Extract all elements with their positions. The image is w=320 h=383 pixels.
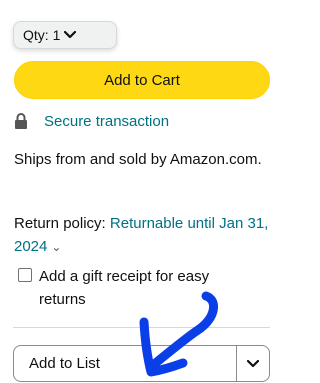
divider	[13, 327, 270, 328]
gift-receipt-option[interactable]: Add a gift receipt for easy returns	[18, 265, 249, 311]
secure-transaction[interactable]: Secure transaction	[14, 112, 169, 130]
list-dropdown-toggle[interactable]	[237, 359, 269, 368]
quantity-value: 1	[52, 27, 61, 43]
chevron-down-icon	[64, 31, 77, 39]
return-policy-label: Return policy:	[14, 215, 106, 232]
annotation-arrow	[139, 291, 218, 377]
add-to-cart-button[interactable]: Add to Cart	[14, 61, 270, 99]
add-to-cart-label: Add to Cart	[104, 71, 180, 89]
chevron-down-icon	[247, 359, 259, 367]
lock-icon	[14, 112, 28, 130]
add-to-list-label[interactable]: Add to List	[14, 355, 236, 372]
quantity-dropdown[interactable]: Qty: 1	[13, 21, 117, 49]
chevron-down-icon[interactable]: ⌄	[51, 240, 61, 254]
secure-transaction-link[interactable]: Secure transaction	[44, 113, 169, 130]
ships-sold-by: Ships from and sold by Amazon.com.	[14, 151, 262, 168]
quantity-label: Qty:	[23, 27, 49, 43]
gift-receipt-checkbox[interactable]	[18, 268, 32, 282]
return-policy: Return policy: Returnable until Jan 31, …	[14, 212, 276, 259]
add-to-list-button[interactable]: Add to List	[13, 345, 270, 382]
gift-receipt-label: Add a gift receipt for easy returns	[39, 268, 210, 308]
